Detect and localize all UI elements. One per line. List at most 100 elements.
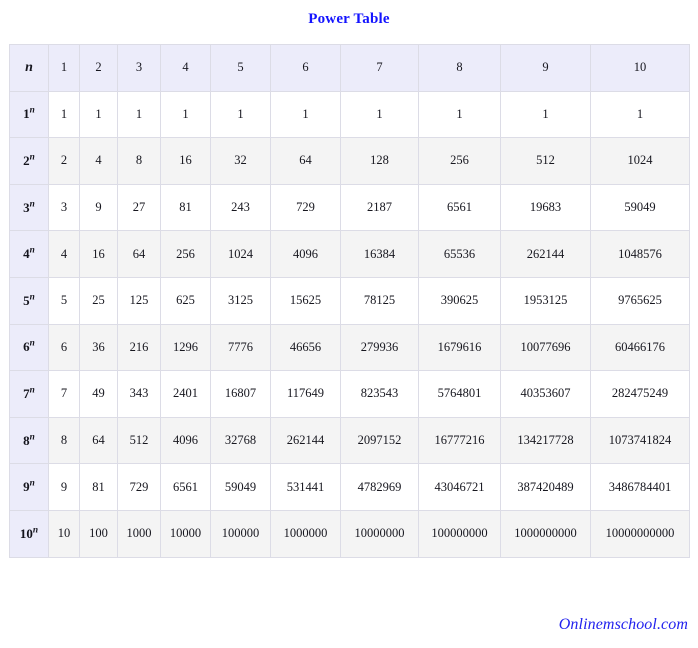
cell-10-pow-3: 1000 [117,509,161,558]
cell-8-pow-2: 64 [79,416,118,465]
cell-9-pow-3: 729 [117,463,161,511]
cell-7-pow-6: 117649 [270,370,341,418]
table-header: n 1 2 3 4 5 6 7 8 9 10 [9,44,690,92]
table-row: 8n 8 64 512 4096 32768 262144 2097152 16777216 13… [9,416,690,465]
cell-2-pow-8: 256 [418,137,501,185]
cell-8-pow-7: 2097152 [340,416,419,465]
cell-9-pow-5: 59049 [210,463,271,511]
row-header-exponent: n [29,292,35,303]
cell-5-pow-9: 1953125 [500,276,591,325]
cell-2-pow-5: 32 [210,137,271,185]
cell-7-pow-8: 5764801 [418,370,501,418]
row-header-exponent: n [29,106,35,117]
cell-1-pow-5: 1 [210,90,271,139]
row-header-1: 1n [9,90,49,139]
row-header-3: 3n [9,183,49,232]
cell-7-pow-4: 2401 [160,370,211,418]
row-header-exponent: n [29,385,35,396]
cell-2-pow-6: 64 [270,137,341,185]
cell-6-pow-9: 10077696 [500,323,591,372]
cell-4-pow-4: 256 [160,230,211,278]
cell-7-pow-5: 16807 [210,370,271,418]
cell-1-pow-8: 1 [418,90,501,139]
cell-3-pow-8: 6561 [418,183,501,232]
cell-10-pow-4: 10000 [160,509,211,558]
cell-1-pow-6: 1 [270,90,341,139]
cell-10-pow-6: 1000000 [270,509,341,558]
cell-8-pow-4: 4096 [160,416,211,465]
table-row: 1n 1 1 1 1 1 1 1 1 1 1 [9,90,690,139]
row-header-exponent: n [29,432,35,443]
cell-6-pow-1: 6 [48,323,80,372]
cell-2-pow-9: 512 [500,137,591,185]
cell-7-pow-3: 343 [117,370,161,418]
cell-3-pow-9: 19683 [500,183,591,232]
column-header-7: 7 [340,44,419,92]
cell-1-pow-9: 1 [500,90,591,139]
cell-2-pow-1: 2 [48,137,80,185]
cell-7-pow-10: 282475249 [590,370,690,418]
row-header-exponent: n [29,245,35,256]
row-header-2: 2n [9,137,49,185]
cell-1-pow-1: 1 [48,90,80,139]
cell-6-pow-7: 279936 [340,323,419,372]
column-header-3: 3 [117,44,161,92]
cell-5-pow-5: 3125 [210,276,271,325]
cell-9-pow-7: 4782969 [340,463,419,511]
site-attribution: Onlinemschool.com [558,616,688,633]
table-row: 5n 5 25 125 625 3125 15625 78125 390625 1953125 97… [9,276,690,325]
row-header-9: 9n [9,463,49,511]
cell-10-pow-5: 100000 [210,509,271,558]
cell-1-pow-3: 1 [117,90,161,139]
column-header-4: 4 [160,44,211,92]
cell-7-pow-2: 49 [79,370,118,418]
cell-8-pow-10: 1073741824 [590,416,690,465]
cell-10-pow-8: 100000000 [418,509,501,558]
cell-6-pow-10: 60466176 [590,323,690,372]
cell-3-pow-3: 27 [117,183,161,232]
row-header-base: 10 [19,525,33,541]
cell-9-pow-6: 531441 [270,463,341,511]
cell-4-pow-2: 16 [79,230,118,278]
cell-6-pow-2: 36 [79,323,118,372]
cell-5-pow-3: 125 [117,276,161,325]
column-header-2: 2 [79,44,118,92]
cell-5-pow-10: 9765625 [590,276,690,325]
cell-7-pow-1: 7 [48,370,80,418]
row-header-6: 6n [9,323,49,372]
cell-3-pow-6: 729 [270,183,341,232]
cell-7-pow-7: 823543 [340,370,419,418]
cell-9-pow-9: 387420489 [500,463,591,511]
column-header-8: 8 [418,44,501,92]
cell-2-pow-10: 1024 [590,137,690,185]
cell-4-pow-1: 4 [48,230,80,278]
cell-8-pow-5: 32768 [210,416,271,465]
cell-1-pow-7: 1 [340,90,419,139]
cell-5-pow-7: 78125 [340,276,419,325]
cell-9-pow-10: 3486784401 [590,463,690,511]
cell-6-pow-6: 46656 [270,323,341,372]
row-header-10: 10n [9,509,49,558]
cell-6-pow-8: 1679616 [418,323,501,372]
cell-5-pow-2: 25 [79,276,118,325]
column-header-10: 10 [590,44,690,92]
cell-3-pow-10: 59049 [590,183,690,232]
cell-8-pow-1: 8 [48,416,80,465]
cell-4-pow-3: 64 [117,230,161,278]
cell-10-pow-1: 10 [48,509,80,558]
row-header-4: 4n [9,230,49,278]
cell-9-pow-4: 6561 [160,463,211,511]
cell-8-pow-6: 262144 [270,416,341,465]
table-row: 4n 4 16 64 256 1024 4096 16384 65536 262144 104857… [9,230,690,278]
row-header-exponent: n [29,152,35,163]
cell-9-pow-1: 9 [48,463,80,511]
cell-4-pow-10: 1048576 [590,230,690,278]
cell-1-pow-10: 1 [590,90,690,139]
power-table-page: Power Table n 1 2 3 4 5 6 7 8 9 10 1n 1 1 1 1 1 1 1 1 1 1 2n 2… [0,0,698,648]
table-row: 9n 9 81 729 6561 59049 531441 4782969 43046721 38… [9,463,690,511]
cell-2-pow-4: 16 [160,137,211,185]
header-row: n 1 2 3 4 5 6 7 8 9 10 [9,44,690,92]
column-header-5: 5 [210,44,271,92]
cell-3-pow-2: 9 [79,183,118,232]
cell-4-pow-8: 65536 [418,230,501,278]
